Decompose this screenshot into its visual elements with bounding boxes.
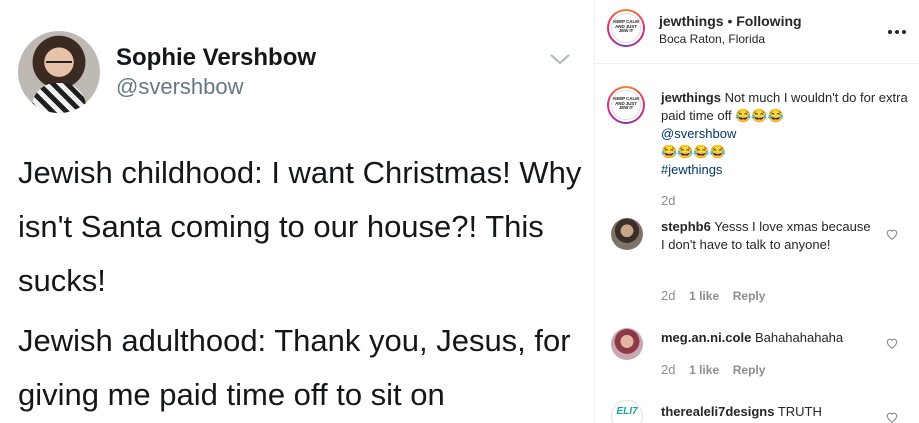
account-avatar[interactable]: KEEP CALM AND JUST JEW IT	[607, 9, 645, 47]
comment-likes-link[interactable]: 1 like	[689, 363, 719, 377]
reply-button[interactable]: Reply	[733, 363, 766, 377]
comment-meta: 2d 1 like Reply	[661, 288, 775, 303]
comment-username-link[interactable]: therealeli7designs	[661, 404, 774, 419]
like-heart-icon[interactable]	[885, 410, 899, 423]
comment-text: Bahahahahaha	[754, 330, 844, 345]
comment-timestamp[interactable]: 2d	[661, 362, 675, 377]
avatar-logo: KEEP CALM AND JUST JEW IT	[611, 13, 641, 43]
hashtag-link[interactable]: #jewthings	[661, 161, 909, 179]
tweet-paragraph: Jewish adulthood: Thank you, Jesus, for …	[18, 323, 571, 412]
like-heart-icon[interactable]	[885, 336, 899, 350]
post-panel: KEEP CALM AND JUST JEW IT jewthings • Fo…	[594, 0, 919, 423]
location-link[interactable]: Boca Raton, Florida	[659, 32, 765, 46]
comment-text: TRUTH	[777, 404, 822, 419]
header-account-line: jewthings • Following	[659, 13, 802, 29]
caption-username-link[interactable]: jewthings	[661, 90, 721, 105]
caption-author-avatar[interactable]: KEEP CALM AND JUST JEW IT	[607, 86, 645, 124]
tweet-author-handle: @svershbow	[116, 74, 244, 99]
comment-username-link[interactable]: stephb6	[661, 219, 711, 234]
tweet-image: Sophie Vershbow @svershbow Jewish childh…	[0, 0, 594, 423]
post-header: KEEP CALM AND JUST JEW IT jewthings • Fo…	[595, 0, 919, 64]
commenter-avatar[interactable]	[611, 328, 643, 360]
post-caption: jewthings Not much I wouldn't do for ext…	[661, 89, 909, 179]
follow-status-button[interactable]: Following	[736, 13, 801, 29]
mention-link[interactable]: @svershbow	[661, 125, 909, 143]
tweet-paragraph: Jewish childhood: I want Christmas! Why …	[18, 155, 582, 298]
caption-timestamp[interactable]: 2d	[661, 193, 675, 208]
avatar-logo: KEEP CALM AND JUST JEW IT	[611, 90, 641, 120]
more-options-icon[interactable]	[888, 21, 914, 34]
commenter-avatar[interactable]: ELI7	[611, 400, 643, 423]
comment-body: stephb6 Yesss I love xmas because I don'…	[661, 218, 875, 254]
comment-body: meg.an.ni.cole Bahahahahaha	[661, 329, 875, 347]
comment-timestamp[interactable]: 2d	[661, 288, 675, 303]
chevron-down-icon	[550, 54, 570, 65]
tweet-author-name: Sophie Vershbow	[116, 44, 317, 71]
account-username-link[interactable]: jewthings	[659, 13, 724, 29]
caption-emoji-line: 😂😂😂😂	[661, 144, 726, 159]
comment-likes-link[interactable]: 1 like	[689, 289, 719, 303]
comment-meta: 2d 1 like Reply	[661, 362, 775, 377]
tweet-author-avatar	[18, 31, 100, 113]
comment-username-link[interactable]: meg.an.ni.cole	[661, 330, 751, 345]
like-heart-icon[interactable]	[885, 227, 899, 241]
reply-button[interactable]: Reply	[733, 289, 766, 303]
comment-body: therealeli7designs TRUTH	[661, 403, 875, 421]
separator-dot: •	[723, 13, 737, 29]
commenter-avatar[interactable]	[611, 218, 643, 250]
